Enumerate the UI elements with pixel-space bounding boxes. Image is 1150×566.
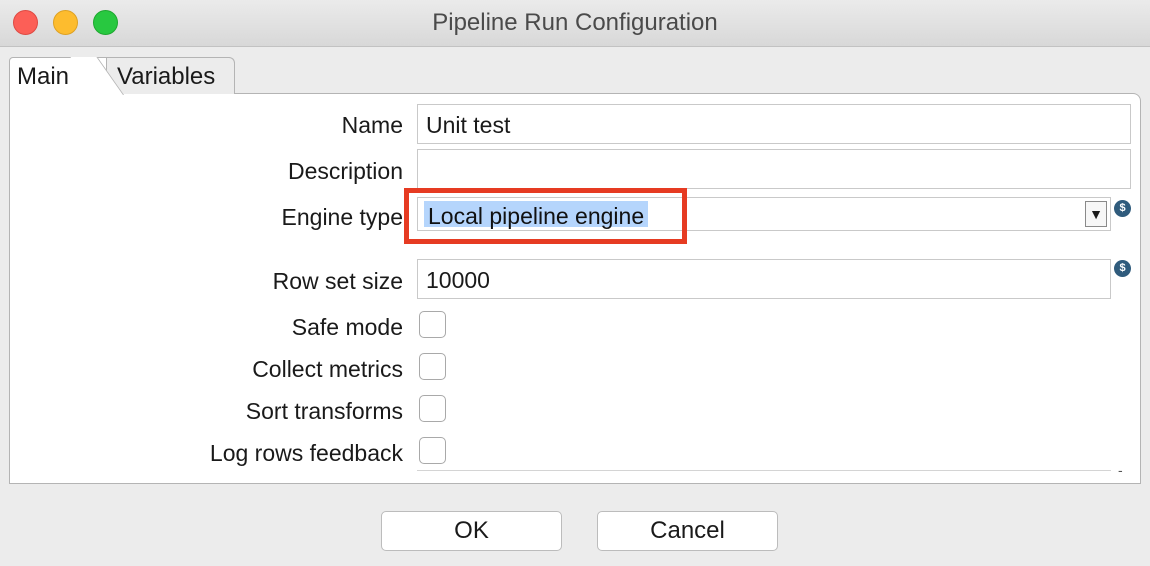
title-bar: Pipeline Run Configuration	[0, 0, 1150, 47]
engine-type-label: Engine type	[281, 204, 403, 230]
name-label: Name	[341, 112, 403, 138]
cancel-button[interactable]: Cancel	[597, 511, 778, 551]
collect-metrics-checkbox[interactable]	[419, 353, 446, 380]
description-input[interactable]	[417, 149, 1131, 189]
safe-mode-checkbox[interactable]	[419, 311, 446, 338]
log-rows-feedback-label: Log rows feedback	[209, 440, 403, 466]
row-set-size-input[interactable]: 10000	[417, 259, 1111, 299]
variable-icon[interactable]: $	[1114, 260, 1131, 277]
safe-mode-label: Safe mode	[291, 314, 403, 340]
name-input[interactable]: Unit test	[417, 104, 1131, 144]
variable-icon[interactable]: $	[1114, 200, 1131, 217]
window-title: Pipeline Run Configuration	[432, 9, 718, 36]
sort-transforms-label: Sort transforms	[245, 398, 403, 424]
tab-main-label: Main	[17, 63, 70, 90]
engine-type-select[interactable]: Local pipeline engine ▼	[417, 197, 1111, 231]
collect-metrics-label: Collect metrics	[252, 356, 403, 382]
row-set-size-label: Row set size	[272, 268, 403, 294]
dropdown-arrow-icon[interactable]: ▼	[1085, 201, 1107, 227]
log-rows-feedback-checkbox[interactable]	[419, 437, 446, 464]
description-label: Description	[287, 158, 403, 184]
engine-type-value: Local pipeline engine	[424, 201, 649, 229]
sort-transforms-checkbox[interactable]	[419, 395, 446, 422]
form-divider	[417, 470, 1111, 471]
resize-grip-icon: -	[1118, 462, 1123, 478]
tab-main[interactable]: Main	[9, 57, 124, 95]
ok-button[interactable]: OK	[381, 511, 562, 551]
tab-variables-label: Variables	[117, 63, 216, 90]
tab-variables[interactable]: Variables	[100, 57, 235, 94]
